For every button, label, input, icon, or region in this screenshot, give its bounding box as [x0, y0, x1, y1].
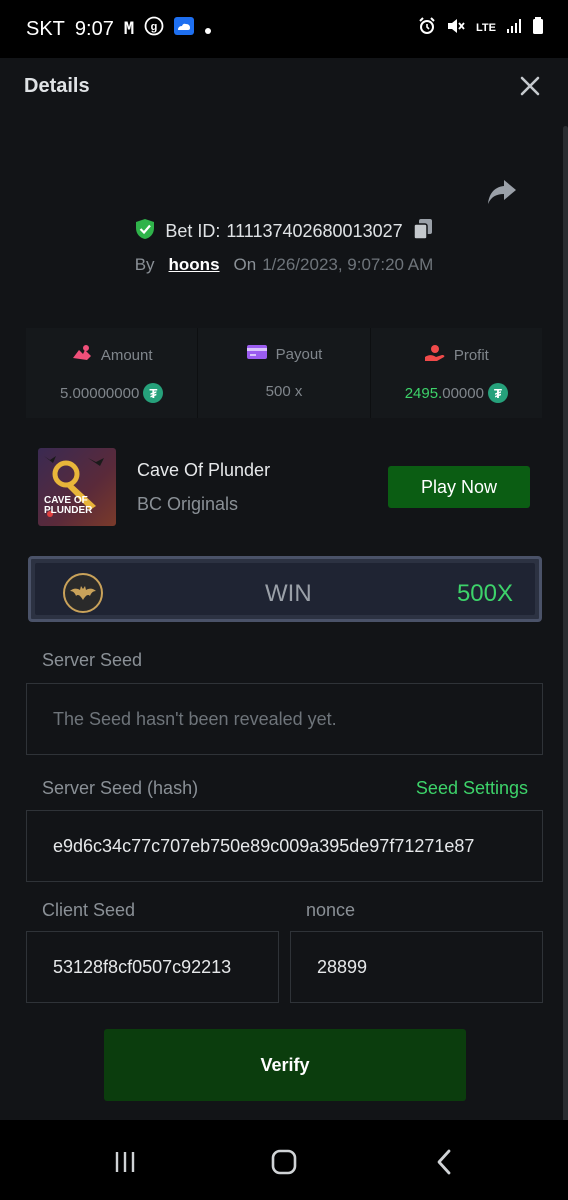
- panel-header: Details: [0, 58, 568, 114]
- server-seed-hash-label: Server Seed (hash): [42, 778, 199, 798]
- network-type: LTE: [476, 21, 496, 34]
- on-label: On: [233, 255, 257, 274]
- mail-icon: M: [123, 19, 135, 39]
- nonce-field[interactable]: 28899: [290, 931, 543, 1003]
- details-panel: Details Bet ID: 111137402680013027 By ho…: [0, 58, 568, 1176]
- username-link[interactable]: hoons: [169, 255, 220, 275]
- amount-value: 5.00000000: [60, 384, 140, 402]
- game-name: Cave Of Plunder: [137, 460, 271, 480]
- tether-icon: ₮: [487, 383, 508, 403]
- nonce-label: nonce: [306, 900, 356, 920]
- notification-dot-icon: [204, 18, 212, 41]
- profit-hand-icon: [424, 344, 446, 366]
- mute-icon: [446, 17, 466, 38]
- bat-icon: [63, 573, 103, 613]
- alarm-icon: [418, 17, 436, 38]
- result-multiplier: 500X: [456, 580, 513, 607]
- stat-amount: Amount 5.00000000 ₮: [26, 328, 199, 418]
- carrier: SKT: [26, 17, 65, 40]
- profit-label: Profit: [453, 346, 489, 364]
- bet-id-label: Bet ID:: [165, 221, 221, 241]
- verify-button[interactable]: Verify: [104, 1029, 466, 1101]
- stat-payout: Payout 500 x: [198, 328, 371, 418]
- clock: 9:07: [74, 17, 114, 40]
- server-seed-label: Server Seed: [42, 650, 143, 670]
- by-label: By: [134, 255, 155, 274]
- recent-apps-icon: [115, 1152, 135, 1172]
- cloud-app-icon: [174, 17, 195, 41]
- bet-id-row: Bet ID: 111137402680013027: [0, 218, 568, 245]
- system-nav-bar: [0, 1120, 568, 1200]
- result-label: WIN: [265, 580, 312, 607]
- status-right: LTE: [418, 17, 544, 38]
- amount-icon: [71, 344, 93, 366]
- g-circle-icon: g: [144, 16, 164, 42]
- bet-id-value: 111137402680013027: [226, 221, 403, 241]
- bet-stats: Amount 5.00000000 ₮ Payout 500 x Profit …: [26, 328, 542, 418]
- status-bar: SKT 9:07 M g LTE: [0, 0, 568, 58]
- signal-icon: [506, 18, 522, 37]
- server-seed-hash-field[interactable]: e9d6c34c77c707eb750e89c009a395de97f71271…: [26, 810, 543, 882]
- recent-apps-button[interactable]: [105, 1142, 145, 1182]
- back-icon: [437, 1149, 451, 1175]
- card-icon: [246, 344, 268, 364]
- result-banner: WIN 500X: [28, 556, 542, 622]
- battery-icon: [532, 17, 544, 38]
- amount-label: Amount: [100, 346, 153, 364]
- home-icon: [271, 1149, 297, 1175]
- share-icon: [488, 180, 516, 204]
- profit-value: 2495.00000: [404, 384, 484, 402]
- status-left: SKT 9:07 M g: [26, 16, 212, 42]
- copy-icon[interactable]: [412, 218, 433, 245]
- bet-datetime: 1/26/2023, 9:07:20 AM: [262, 255, 434, 274]
- home-button[interactable]: [264, 1142, 304, 1182]
- server-seed-field: The Seed hasn't been revealed yet.: [26, 683, 543, 755]
- share-button[interactable]: [486, 178, 518, 206]
- payout-label: Payout: [275, 345, 323, 363]
- verified-shield-icon: [135, 218, 155, 245]
- close-button[interactable]: [518, 74, 542, 98]
- close-icon: [520, 76, 540, 96]
- client-seed-field[interactable]: 53128f8cf0507c92213: [26, 931, 279, 1003]
- page-title: Details: [24, 75, 90, 97]
- payout-value: 500 x: [265, 383, 303, 400]
- scrollbar[interactable]: [563, 126, 568, 1176]
- bet-meta-row: By hoons On 1/26/2023, 9:07:20 AM: [0, 255, 568, 275]
- stat-profit: Profit 2495.00000 ₮: [370, 328, 542, 418]
- seed-settings-link[interactable]: Seed Settings: [416, 778, 528, 799]
- play-now-button[interactable]: Play Now: [388, 466, 530, 508]
- tether-icon: ₮: [143, 383, 164, 403]
- client-seed-label: Client Seed: [42, 900, 136, 920]
- game-provider: BC Originals: [137, 494, 239, 514]
- svg-text:g: g: [151, 21, 158, 33]
- game-thumbnail[interactable]: CAVE OF PLUNDER: [38, 448, 116, 526]
- back-button[interactable]: [424, 1142, 464, 1182]
- game-row: CAVE OF PLUNDER Cave Of Plunder BC Origin…: [38, 448, 532, 526]
